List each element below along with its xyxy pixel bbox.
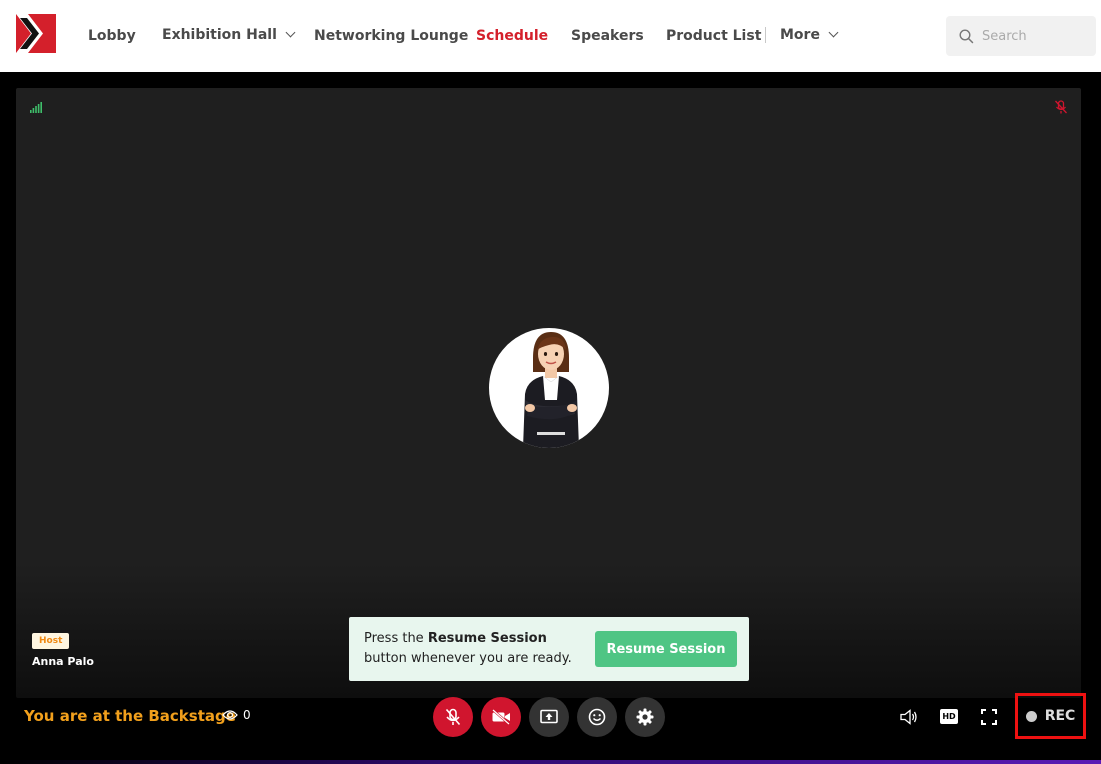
toast-message: Press the Resume Session button whenever…	[364, 629, 572, 669]
nav-more-label: More	[780, 27, 820, 43]
nav-schedule[interactable]: Schedule	[476, 26, 548, 46]
eye-icon	[222, 710, 238, 720]
toast-prefix: Press the	[364, 631, 428, 646]
hd-icon[interactable]: HD	[940, 709, 958, 724]
nav-divider	[765, 27, 766, 43]
nav-product-list-label: Product List	[666, 28, 762, 44]
record-button[interactable]: REC	[1015, 693, 1086, 739]
video-tile: Host Anna Palo	[16, 88, 1081, 698]
viewer-count-value: 0	[243, 708, 251, 722]
nav-networking-lounge[interactable]: Networking Lounge	[314, 26, 468, 46]
nav-exhibition-hall[interactable]: Exhibition Hall	[162, 25, 296, 45]
brand-logo[interactable]	[16, 14, 56, 53]
participant-name: Anna Palo	[32, 655, 94, 668]
emoji-icon	[588, 708, 606, 726]
mute-mic-button[interactable]	[433, 697, 473, 737]
nav-product-list[interactable]: Product List	[666, 26, 761, 46]
volume-icon[interactable]	[900, 709, 918, 725]
mic-off-icon	[1055, 100, 1067, 114]
record-dot-icon	[1025, 710, 1037, 722]
resume-session-toast: Press the Resume Session button whenever…	[349, 617, 749, 681]
emoji-reaction-button[interactable]	[577, 697, 617, 737]
search-box[interactable]	[946, 16, 1096, 56]
toast-bold-text: Resume Session	[427, 631, 547, 646]
backstage-status: You are at the Backstage	[24, 707, 236, 725]
camera-off-icon	[492, 709, 510, 725]
toast-suffix: button whenever you are ready.	[364, 651, 572, 666]
bottom-accent-line	[0, 760, 1101, 764]
participant-avatar	[489, 328, 609, 448]
nav-lobby[interactable]: Lobby	[88, 26, 136, 46]
settings-button[interactable]	[625, 697, 665, 737]
search-icon	[959, 29, 974, 44]
search-input[interactable]	[982, 24, 1090, 48]
nav-networking-lounge-label: Networking Lounge	[314, 28, 469, 44]
nav-schedule-label: Schedule	[476, 28, 549, 44]
mic-off-icon	[445, 708, 461, 726]
nav-lobby-label: Lobby	[88, 28, 136, 44]
chevron-down-icon	[285, 27, 296, 38]
share-screen-icon	[540, 709, 558, 724]
nav-speakers-label: Speakers	[571, 28, 644, 44]
nav-more[interactable]: More	[780, 25, 839, 45]
signal-icon	[30, 102, 42, 113]
resume-session-button[interactable]: Resume Session	[595, 631, 737, 667]
nav-exhibition-hall-label: Exhibition Hall	[162, 27, 277, 43]
fullscreen-icon[interactable]	[981, 709, 997, 725]
top-navigation: Lobby Exhibition Hall Networking Lounge …	[0, 0, 1101, 72]
nav-speakers[interactable]: Speakers	[571, 26, 644, 46]
settings-icon	[636, 708, 654, 726]
camera-toggle-button[interactable]	[481, 697, 521, 737]
viewer-count: 0	[222, 708, 251, 722]
record-label: REC	[1044, 708, 1076, 724]
host-badge: Host	[32, 633, 70, 649]
share-screen-button[interactable]	[529, 697, 569, 737]
chevron-down-icon	[828, 27, 839, 38]
hd-label: HD	[942, 712, 956, 721]
